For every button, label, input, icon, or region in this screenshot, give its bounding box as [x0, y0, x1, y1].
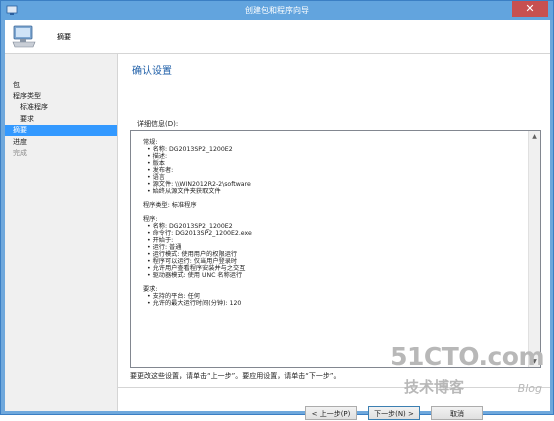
details-item: • 名称: DG2013SP2_1200E2 — [147, 223, 233, 230]
details-item: • 命令行: DG2013SP2_1200E2.exe — [147, 230, 252, 237]
wizard-header: 摘要 — [5, 20, 550, 54]
details-item: • 允许用户查看程序安装并与之交互 — [147, 265, 246, 272]
nav-item-requirements[interactable]: 要求 — [5, 114, 117, 125]
nav-item-summary[interactable]: 摘要 — [5, 125, 117, 136]
window-title: 创建包和程序向导 — [245, 6, 309, 15]
computer-wizard-icon — [12, 25, 36, 48]
details-item: • 运行: 普通 — [147, 244, 182, 251]
header-title: 摘要 — [57, 33, 71, 41]
details-item: • 描述: — [147, 153, 168, 160]
details-item: • 驱动器模式: 使用 UNC 名称运行 — [147, 272, 243, 279]
details-spacer — [143, 209, 526, 216]
watermark-cn: 技术博客 — [404, 378, 465, 396]
nav-item-progress[interactable]: 进度 — [5, 137, 117, 148]
details-item: • 源文件: \\WIN2012R2-2\software — [147, 181, 251, 188]
details-item: • 版本 — [147, 160, 165, 167]
details-item: • 运行模式: 使用用户的权限运行 — [147, 251, 238, 258]
watermark: 51CTO.com 技术博客 Blog — [390, 342, 546, 410]
details-heading: 常规: — [143, 139, 158, 146]
details-item: • 始终从源文件夹获取文件 — [147, 188, 221, 195]
details-spacer — [143, 279, 526, 286]
details-textbox[interactable]: 常规: • 名称: DG2013SP2_1200E2 • 描述: • 版本 • 发布者:… — [130, 130, 541, 368]
nav-item-package[interactable]: 包 — [5, 80, 117, 91]
wizard-nav: 包 程序类型 标准程序 要求 摘要 进度 完成 — [5, 54, 118, 411]
details-item: • 语言 — [147, 174, 165, 181]
details-heading: 要求: — [143, 286, 158, 293]
scroll-up-arrow-icon[interactable]: ▲ — [529, 131, 540, 142]
instruction-text: 要更改这些设置，请单击“上一步”。要应用设置，请单击“下一步”。 — [130, 372, 341, 380]
details-label: 详细信息(D): — [137, 120, 179, 128]
wizard-client-area: 摘要 包 程序类型 标准程序 要求 摘要 进度 完成 确认设置 详细信息(D):… — [5, 20, 550, 420]
nav-item-program-type[interactable]: 程序类型 — [5, 91, 117, 102]
details-item: • 程序可以运行: 仅当用户登录时 — [147, 258, 238, 265]
details-spacer — [143, 195, 526, 202]
details-item: • 允许的最大运行时间(分钟): 120 — [147, 300, 242, 307]
watermark-site: 51CTO.com — [390, 342, 544, 371]
details-item: • 名称: DG2013SP2_1200E2 — [147, 146, 233, 153]
details-scrollbar[interactable]: ▲ ▼ — [528, 131, 540, 367]
details-content: 常规: • 名称: DG2013SP2_1200E2 • 描述: • 版本 • 发布者:… — [143, 139, 526, 307]
nav-item-completion: 完成 — [13, 149, 27, 157]
title-bar: 创建包和程序向导 ✕ — [1, 1, 553, 20]
details-heading: 程序: — [143, 216, 158, 223]
section-title: 确认设置 — [132, 66, 172, 77]
close-button[interactable]: ✕ — [512, 1, 548, 17]
details-item: • 支持的平台: 任何 — [147, 293, 200, 300]
details-item: • 开始于: — [147, 237, 174, 244]
details-item: • 发布者: — [147, 167, 174, 174]
nav-item-standard-program[interactable]: 标准程序 — [5, 102, 117, 113]
details-heading: 程序类型: 标准程序 — [143, 202, 197, 209]
wizard-window: 创建包和程序向导 ✕ 摘要 包 程序类型 标准程序 要求 摘要 进度 完成 确认… — [0, 0, 554, 420]
previous-button[interactable]: < 上一步(P) — [305, 406, 357, 420]
watermark-blog: Blog — [517, 382, 542, 395]
